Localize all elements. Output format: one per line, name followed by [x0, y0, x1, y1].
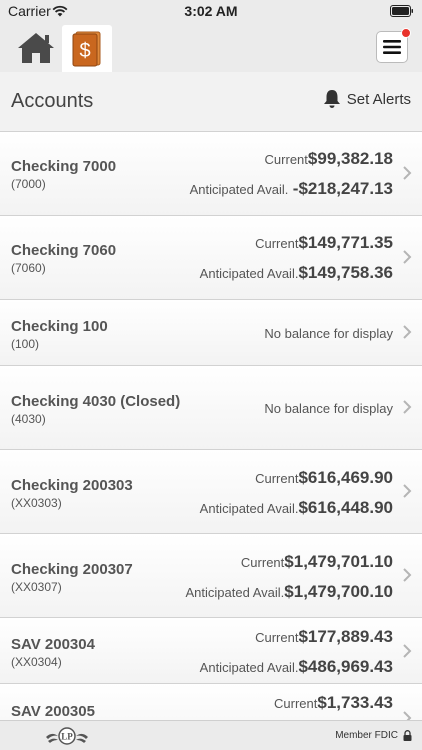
lock-icon [403, 730, 412, 741]
current-value: $149,771.35 [298, 233, 393, 252]
svg-text:$: $ [79, 40, 90, 62]
current-label: Current [255, 236, 299, 251]
anticipated-value: $616,448.90 [298, 498, 393, 517]
anticipated-balance: Anticipated Avail. -$218,247.13 [190, 179, 393, 199]
current-value: $616,469.90 [298, 468, 393, 487]
anticipated-label: Anticipated Avail. [199, 501, 299, 516]
account-row-sav-200304[interactable]: SAV 200304 (XX0304) Current$177,889.43 A… [0, 618, 422, 684]
anticipated-label: Anticipated Avail. [185, 585, 285, 600]
accounts-header: Accounts Set Alerts [0, 72, 422, 132]
account-name: Checking 7000 [11, 158, 117, 175]
accounts-icon: $ [72, 31, 101, 66]
account-list: Checking 7000 (7000) Current$99,382.18 A… [0, 132, 422, 720]
logo-text: LP [61, 732, 73, 742]
account-number: (4030) [11, 412, 46, 426]
account-row-checking-200307[interactable]: Checking 200307 (XX0307) Current$1,479,7… [0, 534, 422, 618]
current-balance: Current$99,382.18 [265, 149, 393, 169]
notification-dot [401, 28, 411, 38]
chevron-right-icon [403, 166, 412, 180]
current-label: Current [240, 555, 285, 570]
account-row-sav-200305[interactable]: SAV 200305 Current$1,733.43 [0, 684, 422, 720]
menu-button[interactable] [376, 28, 411, 63]
home-icon [18, 33, 54, 63]
chevron-right-icon [403, 568, 412, 582]
account-name: Checking 200303 [11, 477, 133, 494]
account-name: SAV 200305 [11, 703, 95, 720]
account-row-checking-200303[interactable]: Checking 200303 (XX0303) Current$616,469… [0, 450, 422, 534]
anticipated-label: Anticipated Avail. [199, 266, 299, 281]
current-label: Current [274, 696, 318, 711]
footer: LP Member FDIC [0, 720, 422, 750]
current-value: $1,479,701.10 [284, 552, 393, 571]
account-name: Checking 4030 (Closed) [11, 393, 181, 410]
current-value: $1,733.43 [317, 693, 393, 712]
status-time: 3:02 AM [184, 3, 238, 19]
anticipated-value: $1,479,700.10 [284, 582, 393, 601]
bank-logo: LP [46, 727, 88, 745]
chevron-right-icon [403, 400, 412, 414]
anticipated-value: -$218,247.13 [292, 179, 393, 198]
anticipated-balance: Anticipated Avail.$486,969.43 [200, 657, 393, 677]
account-number: (XX0307) [11, 580, 62, 594]
account-name: Checking 100 [11, 318, 108, 335]
current-value: $177,889.43 [298, 627, 393, 646]
no-balance-text: No balance for display [264, 401, 393, 416]
account-number: (100) [11, 337, 40, 351]
accounts-tab[interactable]: $ [62, 25, 112, 72]
account-number: (7060) [11, 261, 46, 275]
current-balance: Current$616,469.90 [255, 468, 393, 488]
current-balance: Current$1,733.43 [274, 693, 393, 713]
anticipated-balance: Anticipated Avail.$616,448.90 [200, 498, 393, 518]
account-row-checking-100[interactable]: Checking 100 (100) No balance for displa… [0, 300, 422, 366]
current-label: Current [255, 471, 299, 486]
current-balance: Current$177,889.43 [255, 627, 393, 647]
chevron-right-icon [403, 711, 412, 720]
account-name: Checking 200307 [11, 561, 133, 578]
set-alerts-label: Set Alerts [346, 90, 411, 108]
account-row-checking-7060[interactable]: Checking 7060 (7060) Current$149,771.35 … [0, 216, 422, 300]
current-label: Current [255, 630, 299, 645]
account-number: (XX0303) [11, 496, 62, 510]
current-balance: Current$149,771.35 [255, 233, 393, 253]
chevron-right-icon [403, 250, 412, 264]
current-value: $99,382.18 [307, 149, 393, 168]
status-bar: Carrier 3:02 AM [0, 0, 422, 22]
account-name: Checking 7060 [11, 242, 117, 259]
no-balance-text: No balance for display [264, 326, 393, 341]
account-row-checking-4030[interactable]: Checking 4030 (Closed) (4030) No balance… [0, 366, 422, 450]
account-row-checking-7000[interactable]: Checking 7000 (7000) Current$99,382.18 A… [0, 132, 422, 216]
bell-icon [323, 90, 340, 108]
hamburger-menu-icon [383, 40, 401, 54]
anticipated-label: Anticipated Avail. [199, 660, 299, 675]
top-nav: $ [0, 22, 422, 72]
account-name: SAV 200304 [11, 636, 95, 653]
anticipated-value: $149,758.36 [298, 263, 393, 282]
member-fdic-label: Member FDIC [335, 730, 398, 741]
anticipated-label: Anticipated Avail. [189, 182, 289, 197]
anticipated-balance: Anticipated Avail.$149,758.36 [200, 263, 393, 283]
anticipated-balance: Anticipated Avail.$1,479,700.10 [186, 582, 394, 602]
account-number: (7000) [11, 177, 46, 191]
current-label: Current [264, 152, 308, 167]
account-number: (XX0304) [11, 655, 62, 669]
chevron-right-icon [403, 484, 412, 498]
chevron-right-icon [403, 325, 412, 339]
page-title: Accounts [11, 90, 94, 112]
anticipated-value: $486,969.43 [298, 657, 393, 676]
battery-icon [390, 5, 413, 17]
chevron-right-icon [403, 644, 412, 658]
home-button[interactable] [14, 28, 58, 68]
current-balance: Current$1,479,701.10 [241, 552, 393, 572]
set-alerts-button[interactable]: Set Alerts [323, 89, 411, 109]
